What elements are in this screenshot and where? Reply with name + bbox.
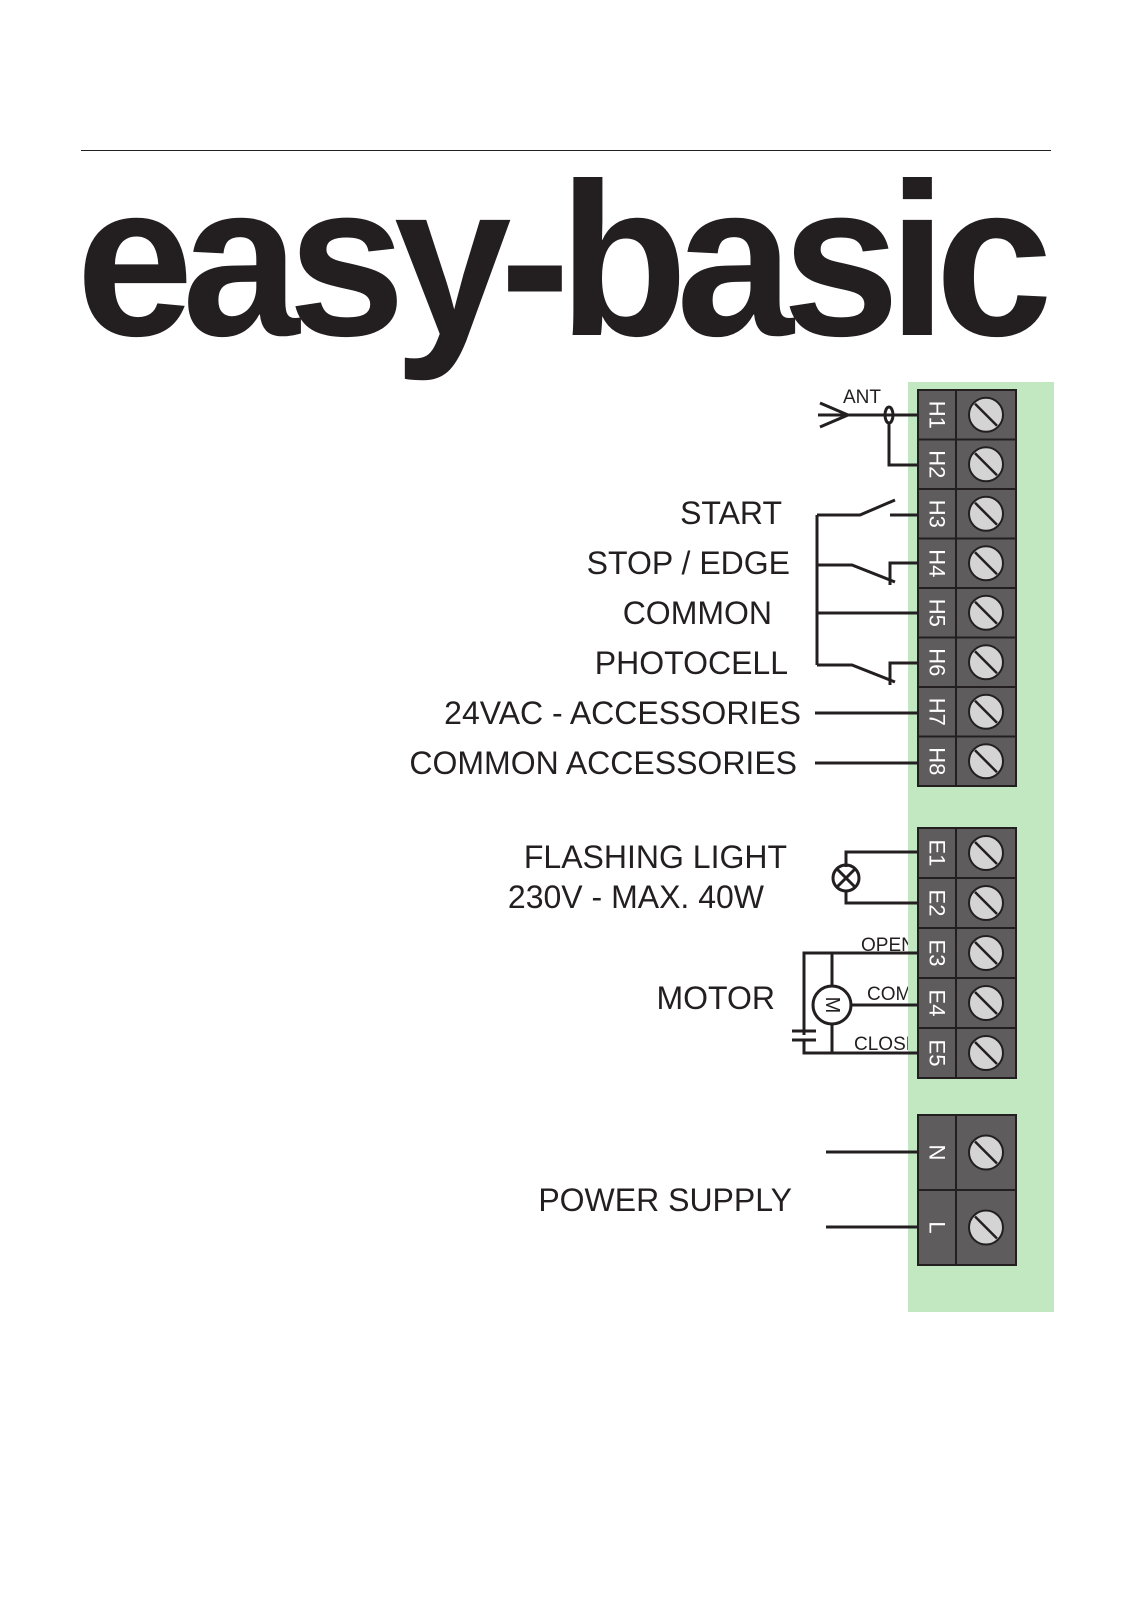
terminal-h5: H5 [917, 587, 1017, 639]
screw-icon [968, 985, 1004, 1021]
screw-icon [968, 935, 1004, 971]
terminal-label: H8 [925, 747, 950, 775]
terminal-label: E3 [925, 940, 950, 967]
screw-icon [968, 743, 1004, 780]
terminal-e4: E4 [917, 977, 1017, 1029]
screw-icon [968, 446, 1004, 483]
photocell-switch-icon [817, 661, 918, 685]
terminal-e5: E5 [917, 1027, 1017, 1079]
antenna-icon [818, 401, 918, 429]
terminal-label: H7 [925, 698, 950, 726]
terminal-label: H4 [925, 549, 950, 577]
lamp-cross [835, 867, 857, 889]
screw-icon [968, 693, 1004, 730]
wire-e5-close [802, 1024, 918, 1055]
terminal-h1: H1 [917, 389, 1017, 441]
terminal-h7: H7 [917, 686, 1017, 738]
terminal-label: E4 [925, 990, 950, 1017]
screw-icon [968, 594, 1004, 631]
terminal-label: H2 [925, 450, 950, 478]
terminal-label: E2 [925, 890, 950, 917]
motor-symbol: M [821, 997, 843, 1014]
terminal-l: L [917, 1189, 1017, 1266]
terminal-e1: E1 [917, 827, 1017, 879]
start-switch-icon [817, 498, 918, 517]
screw-icon [968, 396, 1004, 433]
terminal-e3: E3 [917, 927, 1017, 979]
terminal-h8: H8 [917, 735, 1017, 787]
wire-e1-e2 [844, 850, 918, 905]
wiring [792, 401, 918, 1229]
terminal-h3: H3 [917, 488, 1017, 540]
screw-icon [968, 1134, 1004, 1171]
terminal-label: E5 [925, 1040, 950, 1067]
terminal-h2: H2 [917, 438, 1017, 490]
terminal-strip: H1 H2 H3 H4 H5 H6 H7 H8 E1 E2 E3 E4 E5 N L [917, 389, 1017, 1266]
terminal-label: H1 [925, 401, 950, 429]
screw-icon [968, 1209, 1004, 1246]
terminal-h6: H6 [917, 636, 1017, 688]
terminal-label: H3 [925, 500, 950, 528]
terminal-h4: H4 [917, 537, 1017, 589]
screw-icon [968, 644, 1004, 681]
wire-e3-open [802, 951, 918, 1035]
terminal-label: H6 [925, 648, 950, 676]
terminal-label: N [925, 1145, 950, 1161]
screw-icon [968, 885, 1004, 921]
screw-icon [968, 495, 1004, 532]
terminal-label: H5 [925, 599, 950, 627]
terminal-e2: E2 [917, 877, 1017, 929]
screw-icon [968, 545, 1004, 582]
screw-icon [968, 1035, 1004, 1071]
screw-icon [968, 835, 1004, 871]
terminal-label: L [925, 1221, 950, 1233]
terminal-label: E1 [925, 840, 950, 867]
stop-switch-icon [817, 561, 918, 585]
terminal-n: N [917, 1114, 1017, 1191]
wiring-diagram: H1 H2 H3 H4 H5 H6 H7 H8 E1 E2 E3 E4 E5 N L M [792, 382, 1054, 1312]
